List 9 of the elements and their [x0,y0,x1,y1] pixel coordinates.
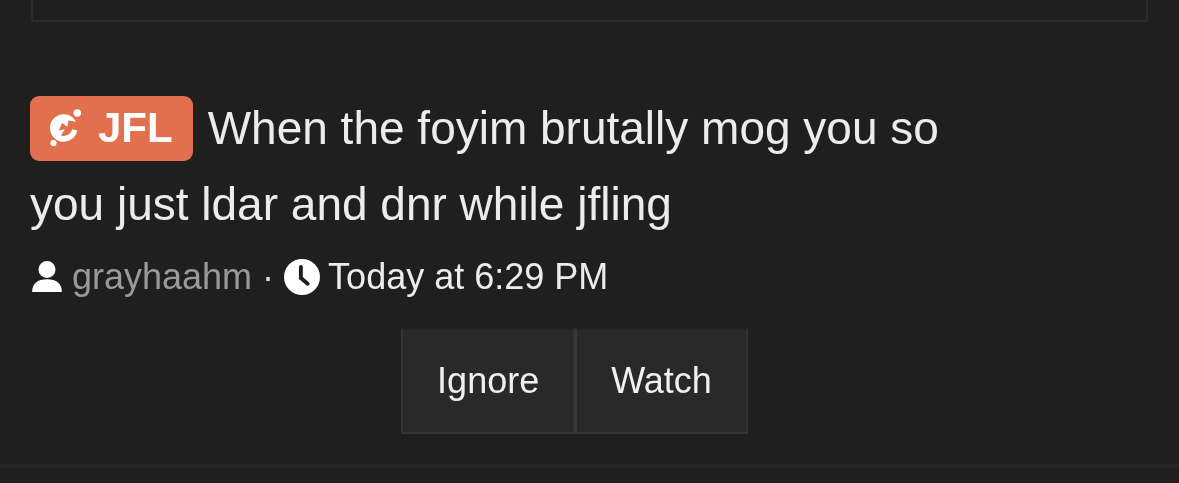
separator-dot: · [261,256,276,298]
clock-icon [284,259,321,295]
thread-title-line: When the foyim brutally mog you so [207,101,939,156]
thread-title-line: you just ldar and dnr while jfling [30,178,672,230]
post-time: Today at 6:29 PM [328,256,609,298]
action-button[interactable]: Watch [575,328,748,434]
user-icon [30,260,64,294]
author-link[interactable]: grayhaahm [72,256,253,298]
action-button[interactable]: Ignore [401,328,576,434]
